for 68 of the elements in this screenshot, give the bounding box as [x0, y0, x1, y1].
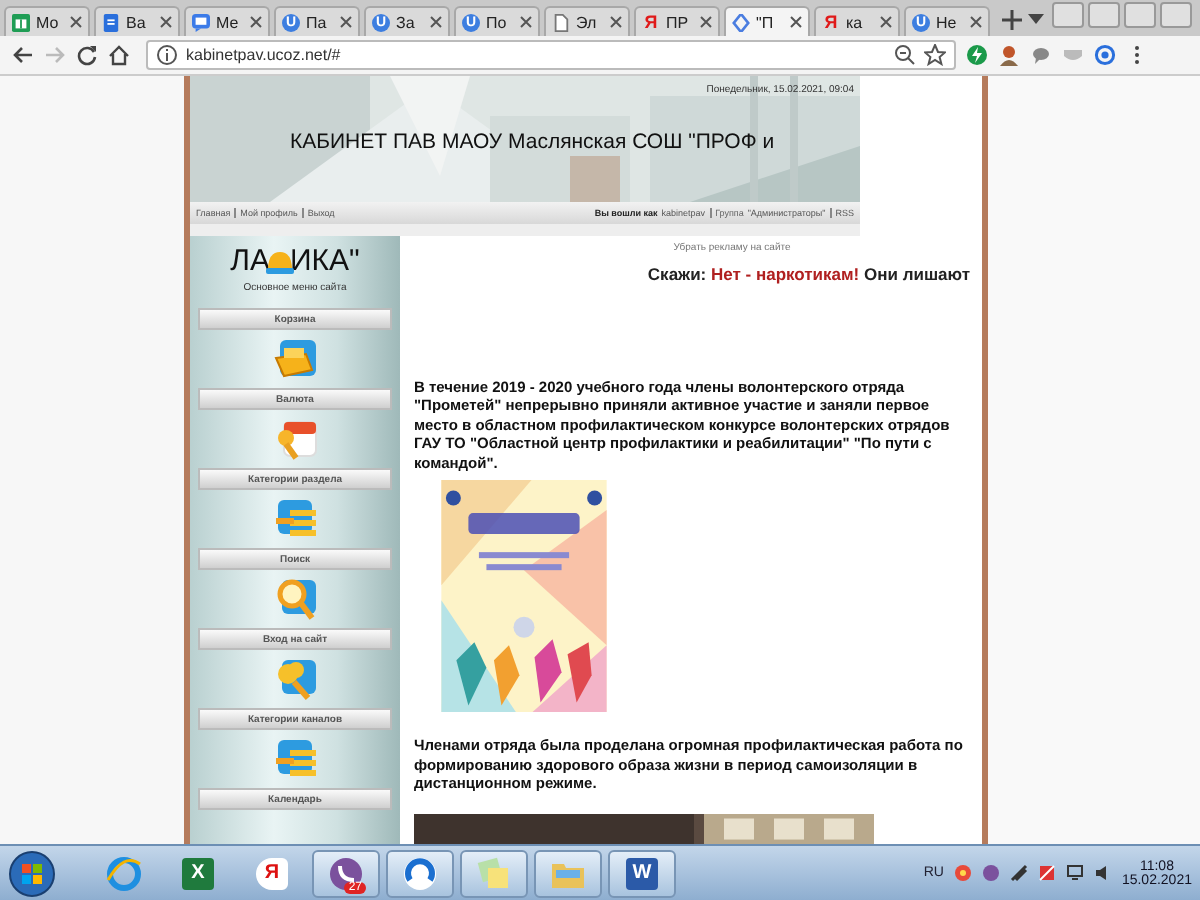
back-icon[interactable]	[12, 44, 34, 66]
browser-tab[interactable]: Ва	[94, 6, 180, 36]
document-icon	[102, 13, 120, 31]
slogan-text: Скажи: Нет - наркотикам! Они лишают	[647, 264, 970, 284]
browser-icon	[106, 855, 142, 891]
notes-icon	[476, 855, 512, 891]
yandex-icon: Я	[256, 857, 288, 889]
lightning-icon[interactable]	[966, 44, 988, 66]
browser-tab[interactable]: Мо	[4, 6, 90, 36]
star-icon[interactable]	[924, 44, 946, 66]
address-field[interactable]: kabinetpav.ucoz.net/#	[146, 40, 956, 70]
close-icon[interactable]	[70, 16, 82, 28]
taskbar-button[interactable]	[534, 849, 602, 897]
key-icon	[273, 658, 317, 702]
spreadsheet-icon: X	[182, 857, 214, 889]
close-icon[interactable]	[340, 16, 352, 28]
taskbar-button[interactable]: X	[164, 849, 232, 897]
close-icon[interactable]	[880, 16, 892, 28]
close-icon[interactable]	[250, 16, 262, 28]
chat-icon	[192, 13, 210, 31]
taskbar-button[interactable]: Я	[238, 849, 306, 897]
close-icon[interactable]	[610, 16, 622, 28]
word-icon: W	[626, 857, 658, 889]
diamond-icon	[732, 13, 750, 31]
browser-tab[interactable]: Ме	[184, 6, 270, 36]
phone-chat-icon[interactable]	[981, 864, 1000, 882]
browser-tab[interactable]: "П	[724, 6, 810, 36]
site-title: КАБИНЕТ ПАВ МАОУ Маслянская СОШ "ПРОФ и	[290, 130, 777, 154]
info-icon	[156, 44, 178, 66]
caret-icon[interactable]	[1028, 14, 1044, 26]
ring-icon[interactable]	[1094, 44, 1116, 66]
file-icon	[552, 13, 570, 31]
browser-tab[interactable]: Эл	[544, 6, 630, 36]
zoom-icon[interactable]	[894, 44, 916, 66]
phone-chat-icon	[328, 855, 364, 891]
new-tab-icon[interactable]	[1002, 10, 1022, 30]
browser-tab[interactable]: Я ка	[814, 6, 900, 36]
close-icon[interactable]	[700, 16, 712, 28]
avatar-icon[interactable]	[998, 44, 1020, 66]
logo-text: ИКА"	[290, 244, 360, 278]
search-icon	[273, 578, 317, 622]
logo-text: ЛА	[230, 244, 270, 278]
taskbar-button[interactable]	[386, 849, 454, 897]
network-icon[interactable]	[1009, 864, 1028, 882]
taskbar-button[interactable]	[460, 849, 528, 897]
swirl-icon	[402, 855, 438, 891]
calendar-icon	[273, 418, 317, 462]
close-icon[interactable]	[790, 16, 802, 28]
flag-icon[interactable]	[1037, 864, 1056, 882]
list-icon	[273, 738, 317, 782]
yandex-icon: Я	[642, 13, 660, 31]
flower-icon[interactable]	[953, 864, 972, 882]
home-icon[interactable]	[108, 44, 130, 66]
start-button[interactable]	[8, 849, 56, 897]
speaker-icon[interactable]	[1093, 864, 1112, 882]
taskbar-button[interactable]: W	[608, 849, 676, 897]
yandex-icon: Я	[822, 13, 840, 31]
basket-icon	[273, 338, 317, 382]
close-icon[interactable]	[430, 16, 442, 28]
close-icon[interactable]	[970, 16, 982, 28]
monitor-icon[interactable]	[1065, 864, 1084, 882]
reload-icon[interactable]	[76, 44, 98, 66]
close-icon[interactable]	[520, 16, 532, 28]
browser-tab[interactable]: Я ПР	[634, 6, 720, 36]
sheets-icon	[12, 13, 30, 31]
speech-bubble-icon[interactable]	[1030, 44, 1052, 66]
close-icon[interactable]	[160, 16, 172, 28]
list-icon	[273, 498, 317, 542]
